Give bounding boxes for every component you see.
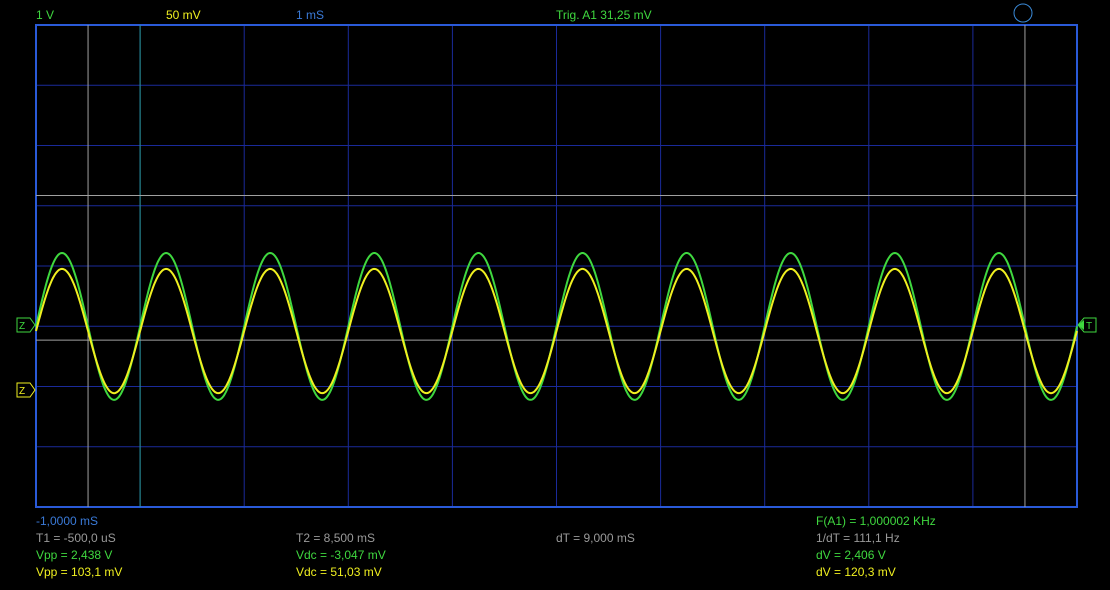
t2-readout: T2 = 8,500 mS <box>296 531 376 545</box>
dt-readout: dT = 9,000 mS <box>556 531 635 545</box>
ch1-ground-marker[interactable]: Z <box>16 317 36 333</box>
inv-dt-readout: 1/dT = 111,1 Hz <box>816 531 900 545</box>
frequency-readout: F(A1) = 1,000002 KHz <box>816 514 936 528</box>
grid <box>36 25 1077 507</box>
trigger-marker[interactable]: T <box>1077 317 1097 333</box>
start-time: -1,0000 mS <box>36 514 99 528</box>
ch2-vdc: Vdc = 51,03 mV <box>296 565 382 579</box>
ch2-ground-label: Z <box>19 386 25 397</box>
ch1-vpp: Vpp = 2,438 V <box>36 548 113 562</box>
trigger-label: T <box>1086 321 1092 332</box>
ch1-dv: dV = 2,406 V <box>816 548 886 562</box>
status-circle-icon[interactable] <box>1013 3 1033 23</box>
ch1-vdc: Vdc = -3,047 mV <box>296 548 386 562</box>
scope-display: Z Z T <box>16 3 1097 508</box>
ch2-ground-marker[interactable]: Z <box>16 382 36 398</box>
ch2-vpp: Vpp = 103,1 mV <box>36 565 123 579</box>
ch1-ground-label: Z <box>19 321 25 332</box>
ch2-dv: dV = 120,3 mV <box>816 565 896 579</box>
t1-readout: T1 = -500,0 uS <box>36 531 116 545</box>
